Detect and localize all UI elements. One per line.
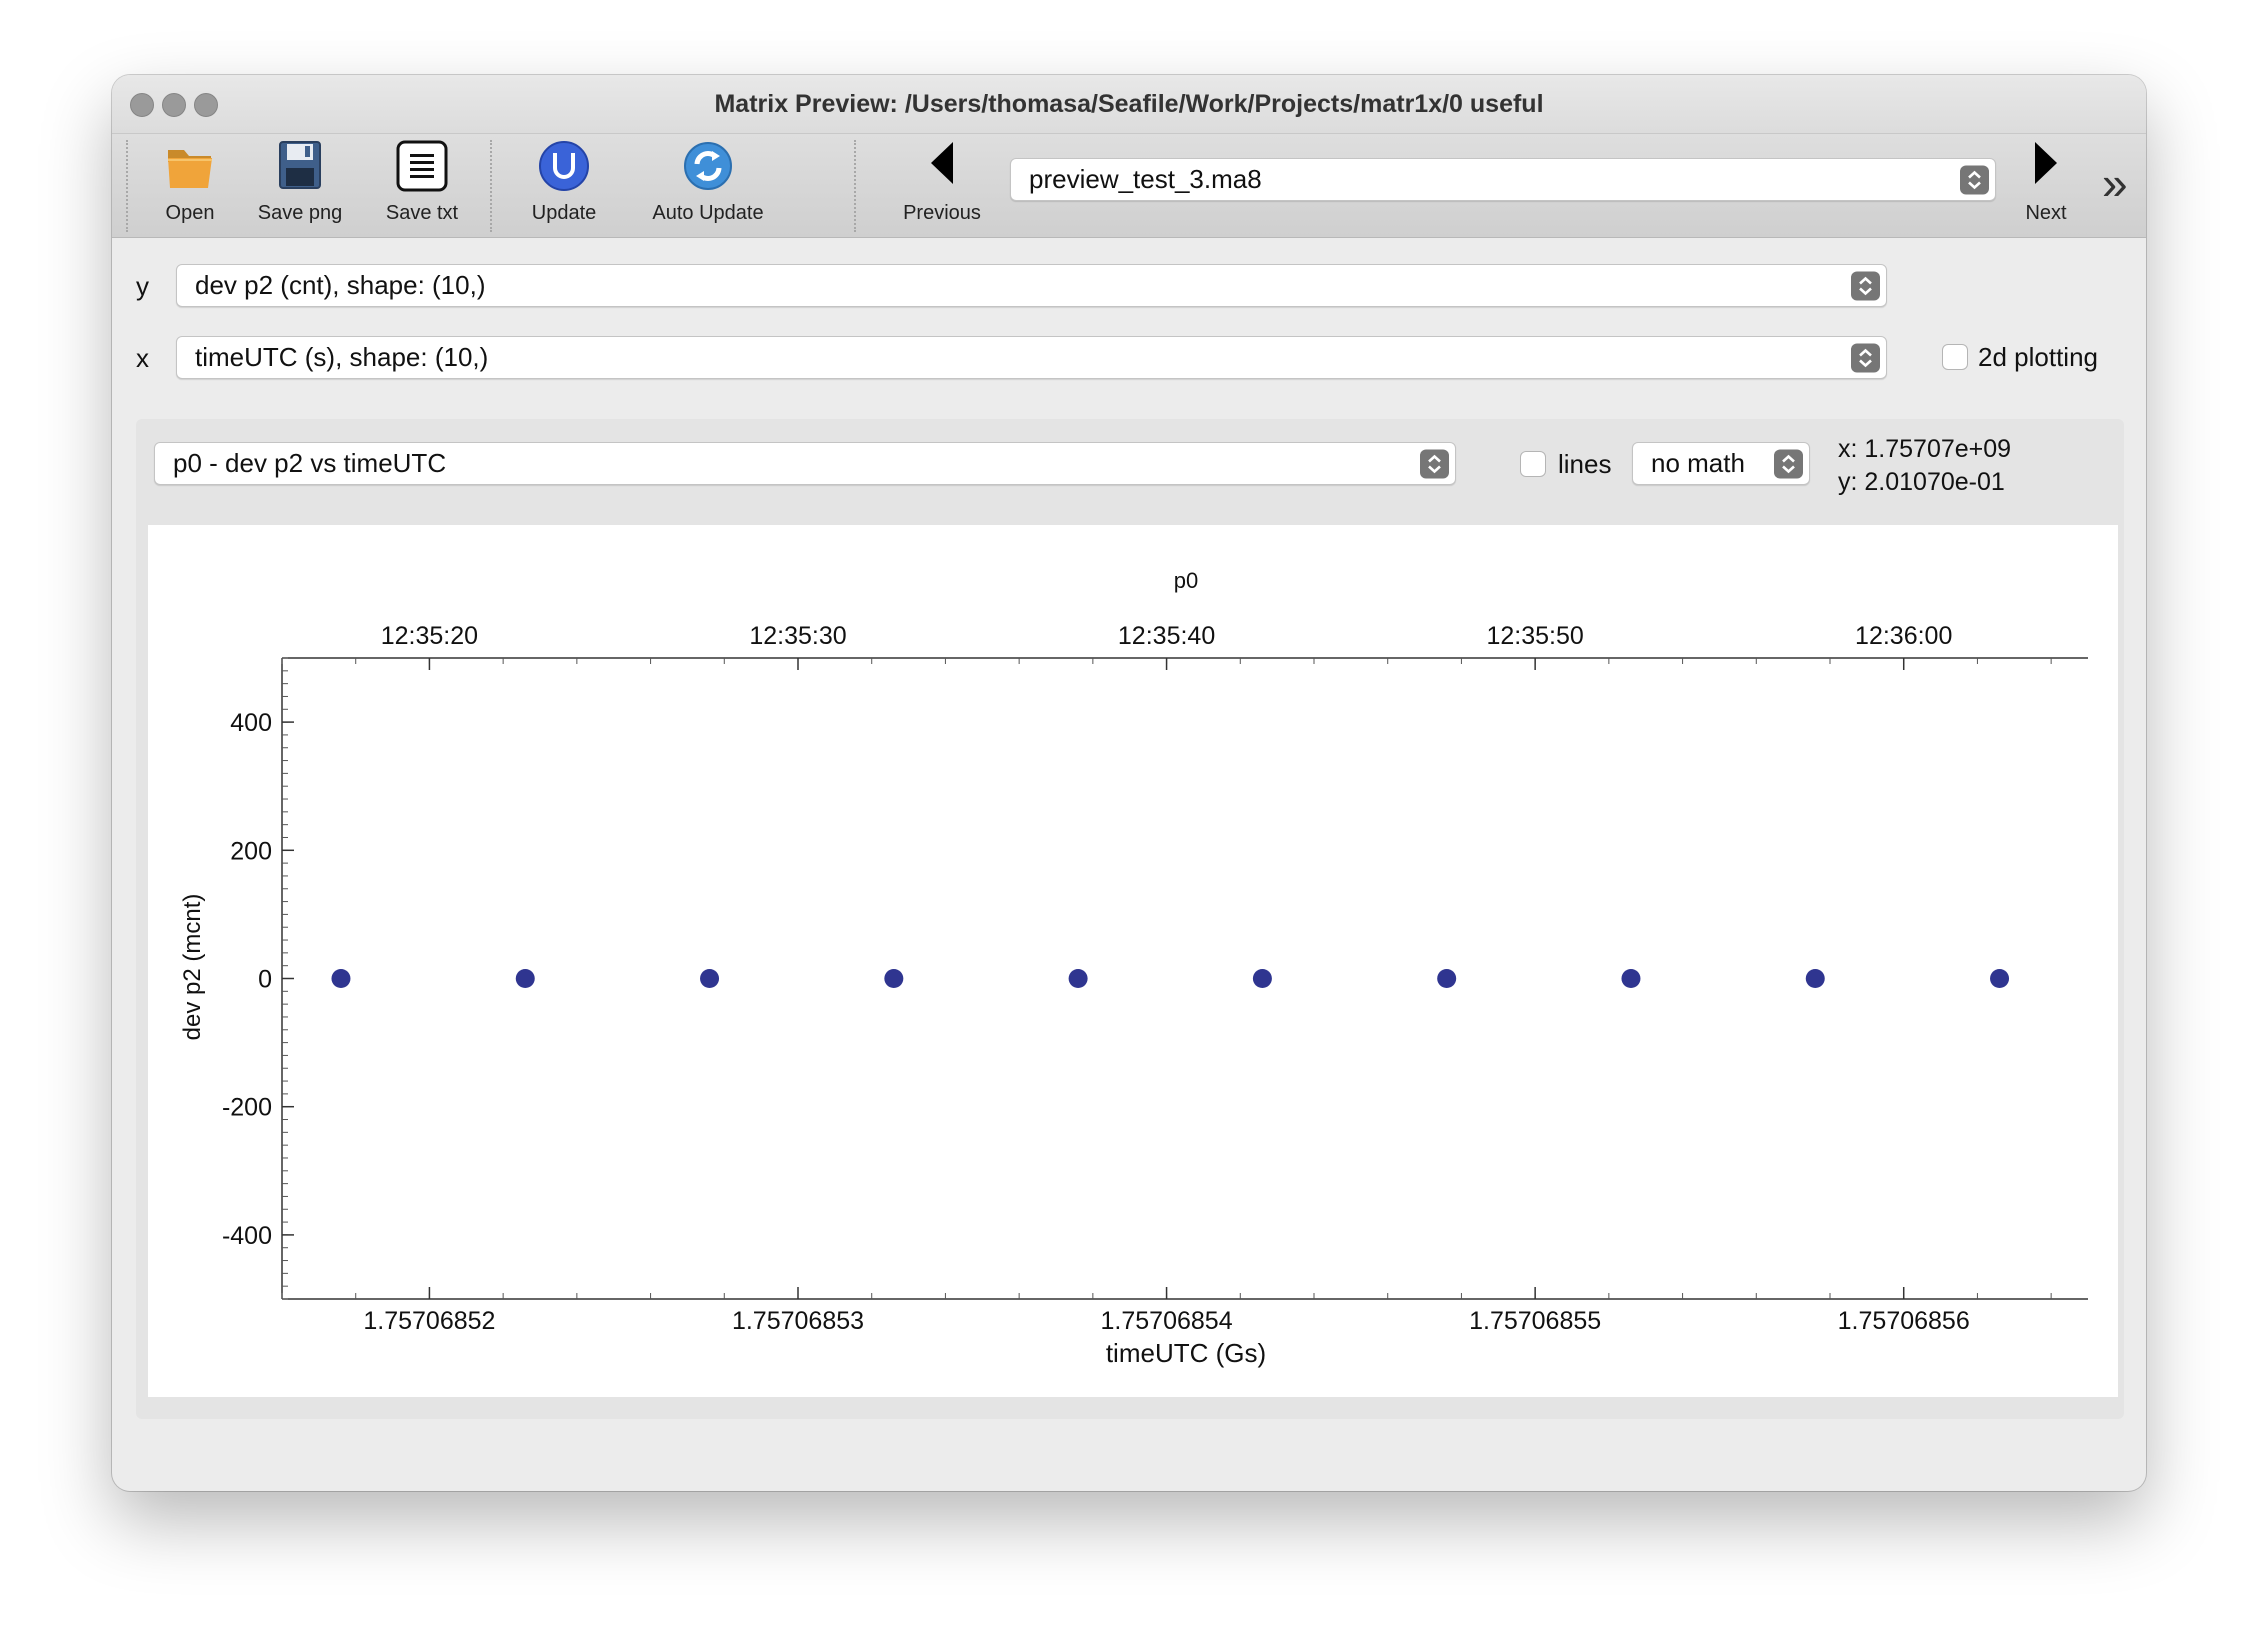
data-point	[1252, 969, 1272, 988]
y-tick-label: -400	[222, 1222, 272, 1250]
updown-arrows-icon	[1774, 449, 1803, 478]
chart-ticks: 1.75706852 1.75706853 1.75706854 1.75706855…	[222, 622, 2052, 1335]
updown-arrows-icon	[1851, 271, 1880, 300]
2d-plotting-checkbox[interactable]	[1942, 344, 1968, 370]
floppy-disk-icon	[279, 141, 321, 189]
y-variable-value: dev p2 (cnt), shape: (10,)	[195, 270, 486, 300]
file-select-value: preview_test_3.ma8	[1029, 164, 1262, 194]
top-tick-label: 12:35:20	[381, 622, 478, 650]
data-point	[331, 969, 351, 988]
updown-arrows-icon	[1420, 449, 1449, 478]
math-select-value: no math	[1651, 448, 1745, 478]
toolbar-separator	[490, 140, 492, 232]
lines-checkbox[interactable]	[1520, 451, 1546, 477]
lines-label: lines	[1558, 449, 1612, 479]
previous-button[interactable]: Previous	[872, 134, 1012, 237]
data-point	[700, 969, 720, 988]
previous-label: Previous	[903, 202, 981, 224]
save-png-button[interactable]: Save png	[240, 134, 360, 237]
top-tick-label: 12:35:40	[1118, 622, 1215, 650]
y-tick-label: 0	[258, 966, 272, 994]
next-button[interactable]: Next	[2006, 134, 2086, 237]
open-button[interactable]: Open	[140, 134, 240, 237]
plot-area[interactable]: p0 timeUTC (Gs) dev p2 (mcnt) 1.75706852…	[148, 525, 2118, 1397]
data-point	[1068, 969, 1088, 988]
y-axis-label: y	[136, 271, 149, 301]
update-u-icon	[539, 141, 589, 191]
zoom-window-button[interactable]	[194, 93, 218, 117]
file-select[interactable]: preview_test_3.ma8	[1010, 158, 1996, 201]
folder-icon	[168, 150, 212, 188]
text-document-icon	[396, 140, 448, 192]
main-window: Matrix Preview: /Users/thomasa/Seafile/W…	[112, 75, 2146, 1491]
title-bar: Matrix Preview: /Users/thomasa/Seafile/W…	[112, 75, 2146, 133]
y-tick-label: 200	[230, 837, 272, 865]
auto-update-button[interactable]: Auto Update	[626, 134, 790, 237]
toolbar-grip[interactable]	[126, 140, 128, 232]
top-tick-label: 12:36:00	[1855, 622, 1952, 650]
toolbar: Open Save png Save txt Update Auto Updat…	[112, 133, 2146, 238]
cursor-x-readout: x: 1.75707e+09	[1838, 435, 2012, 463]
top-tick-label: 12:35:50	[1486, 622, 1583, 650]
auto-update-label: Auto Update	[652, 202, 764, 224]
x-tick-label: 1.75706853	[732, 1307, 864, 1335]
data-point	[515, 969, 535, 988]
minimize-window-button[interactable]	[162, 93, 186, 117]
data-point	[1621, 969, 1641, 988]
save-txt-label: Save txt	[385, 202, 459, 224]
close-window-button[interactable]	[130, 93, 154, 117]
toolbar-overflow-button[interactable]: »	[2102, 156, 2128, 210]
y-variable-select[interactable]: dev p2 (cnt), shape: (10,)	[176, 264, 1887, 307]
x-variable-value: timeUTC (s), shape: (10,)	[195, 342, 489, 372]
update-label: Update	[531, 202, 597, 224]
data-point	[1805, 969, 1825, 988]
plot-select[interactable]: p0 - dev p2 vs timeUTC	[154, 442, 1456, 485]
refresh-icon	[684, 142, 732, 190]
scatter-chart[interactable]: p0 timeUTC (Gs) dev p2 (mcnt) 1.75706852…	[148, 525, 2118, 1397]
next-label: Next	[2025, 202, 2067, 224]
x-tick-label: 1.75706852	[363, 1307, 495, 1335]
x-tick-label: 1.75706856	[1838, 1307, 1970, 1335]
chart-title: p0	[1174, 568, 1198, 593]
updown-arrows-icon	[1851, 343, 1880, 372]
triangle-left-icon	[931, 142, 953, 184]
y-tick-label: -200	[222, 1094, 272, 1122]
plot-select-value: p0 - dev p2 vs timeUTC	[173, 448, 447, 478]
cursor-y-readout: y: 2.01070e-01	[1838, 468, 2005, 496]
x-tick-label: 1.75706855	[1469, 1307, 1601, 1335]
update-button[interactable]: Update	[504, 134, 624, 237]
data-point	[884, 969, 904, 988]
toolbar-separator-2	[854, 140, 856, 232]
save-png-label: Save png	[257, 202, 343, 224]
chart-points	[331, 969, 2010, 988]
math-select[interactable]: no math	[1632, 442, 1810, 485]
data-point	[1437, 969, 1457, 988]
y-axis-title: dev p2 (mcnt)	[179, 894, 206, 1041]
x-axis-label: x	[136, 343, 149, 373]
x-tick-label: 1.75706854	[1101, 1307, 1233, 1335]
top-tick-label: 12:35:30	[749, 622, 846, 650]
data-point	[1990, 969, 2010, 988]
x-variable-select[interactable]: timeUTC (s), shape: (10,)	[176, 336, 1887, 379]
updown-arrows-icon	[1960, 165, 1989, 194]
open-label: Open	[165, 202, 215, 224]
y-tick-label: 400	[230, 709, 272, 737]
x-axis-title: timeUTC (Gs)	[1106, 1338, 1266, 1368]
triangle-right-icon	[2035, 142, 2057, 184]
window-title: Matrix Preview: /Users/thomasa/Seafile/W…	[714, 90, 1544, 118]
2d-plotting-label: 2d plotting	[1978, 342, 2098, 372]
save-txt-button[interactable]: Save txt	[364, 134, 480, 237]
